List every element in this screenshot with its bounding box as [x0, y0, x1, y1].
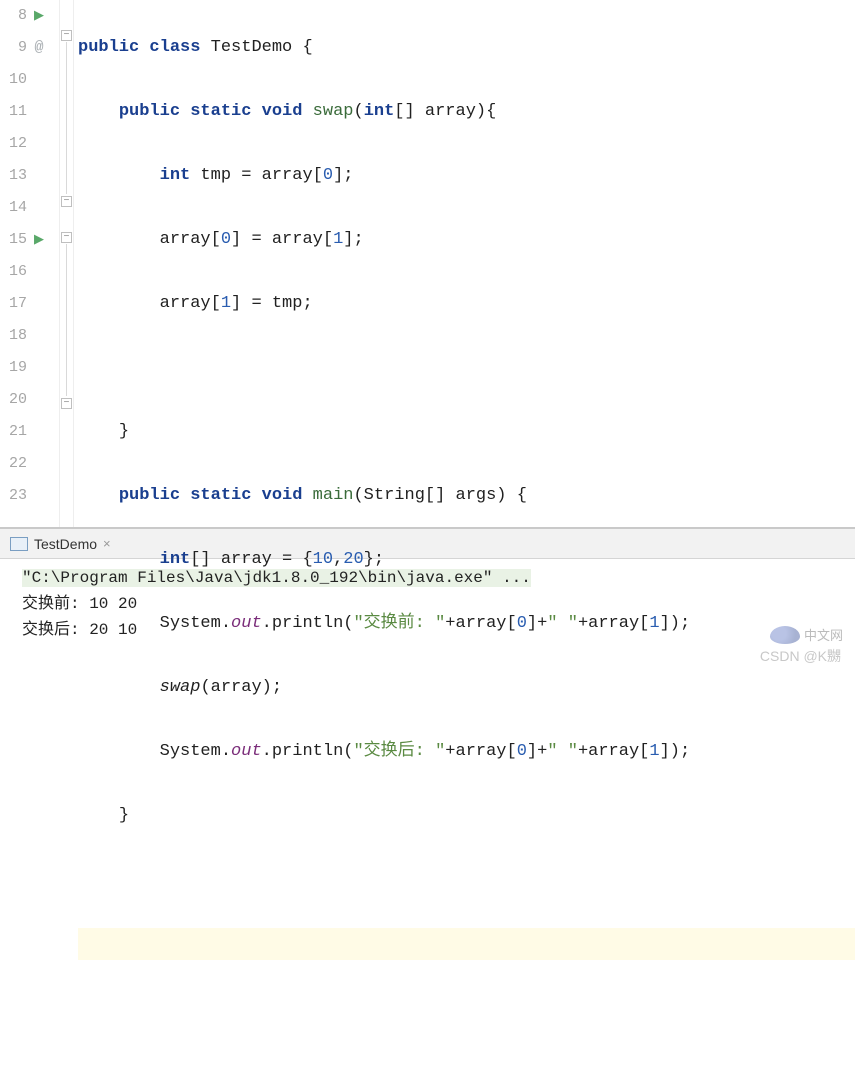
code-line[interactable]: int tmp = array[0];: [78, 160, 855, 192]
code-editor[interactable]: 8▶ 9@ 10 11 12 13 14 15▶ 16 17 18 19 20 …: [0, 0, 855, 527]
line-number: 10: [3, 64, 27, 96]
line-number: 13: [3, 160, 27, 192]
line-number: 15: [3, 224, 27, 256]
code-line[interactable]: [78, 864, 855, 896]
fold-end-icon[interactable]: −: [61, 196, 72, 207]
line-number: 17: [3, 288, 27, 320]
line-number: 23: [3, 480, 27, 512]
line-number: 11: [3, 96, 27, 128]
php-logo-icon: [770, 626, 800, 644]
code-line[interactable]: System.out.println("交换后: "+array[0]+" "+…: [78, 736, 855, 768]
code-line[interactable]: swap(array);: [78, 672, 855, 704]
line-number: 21: [3, 416, 27, 448]
line-number-gutter: 8▶ 9@ 10 11 12 13 14 15▶ 16 17 18 19 20 …: [0, 0, 60, 527]
line-number: 9: [3, 32, 27, 64]
fold-end-icon[interactable]: −: [61, 398, 72, 409]
run-line-icon[interactable]: ▶: [27, 0, 51, 32]
code-line[interactable]: [78, 352, 855, 384]
run-line-icon[interactable]: ▶: [27, 224, 51, 256]
code-line[interactable]: }: [78, 800, 855, 832]
annotation-icon[interactable]: @: [27, 32, 51, 64]
site-watermark: 中文网: [770, 625, 843, 644]
code-line-current[interactable]: [78, 928, 855, 960]
line-number: 22: [3, 448, 27, 480]
code-content[interactable]: public class TestDemo { public static vo…: [74, 0, 855, 527]
code-line[interactable]: array[1] = tmp;: [78, 288, 855, 320]
line-number: 8: [3, 0, 27, 32]
fold-toggle-icon[interactable]: −: [61, 232, 72, 243]
line-number: 20: [3, 384, 27, 416]
code-line[interactable]: public static void main(String[] args) {: [78, 480, 855, 512]
code-line[interactable]: public static void swap(int[] array){: [78, 96, 855, 128]
fold-gutter: − − − −: [60, 0, 74, 527]
line-number: 18: [3, 320, 27, 352]
code-line[interactable]: System.out.println("交换前: "+array[0]+" "+…: [78, 608, 855, 640]
line-number: 16: [3, 256, 27, 288]
code-line[interactable]: }: [78, 416, 855, 448]
line-number: 14: [3, 192, 27, 224]
run-tab-icon: [10, 537, 28, 551]
close-icon[interactable]: ×: [103, 536, 111, 551]
run-tab-label[interactable]: TestDemo: [34, 536, 97, 552]
line-number: 12: [3, 128, 27, 160]
line-number: 19: [3, 352, 27, 384]
code-line[interactable]: public class TestDemo {: [78, 32, 855, 64]
code-line[interactable]: [78, 992, 855, 1024]
csdn-watermark: CSDN @K嬲: [760, 646, 841, 666]
fold-toggle-icon[interactable]: −: [61, 30, 72, 41]
code-line[interactable]: array[0] = array[1];: [78, 224, 855, 256]
console-command: "C:\Program Files\Java\jdk1.8.0_192\bin\…: [22, 569, 531, 587]
